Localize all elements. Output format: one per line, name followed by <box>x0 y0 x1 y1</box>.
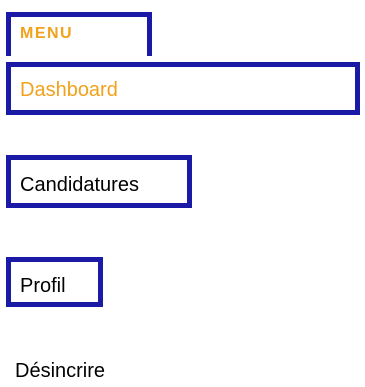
menu-heading: MENU <box>6 12 152 56</box>
nav-item-dashboard[interactable]: Dashboard <box>6 62 360 115</box>
nav-item-unsubscribe[interactable]: Désincrire <box>15 360 105 382</box>
nav-item-profil[interactable]: Profil <box>6 257 103 307</box>
nav-item-candidatures[interactable]: Candidatures <box>6 155 192 208</box>
